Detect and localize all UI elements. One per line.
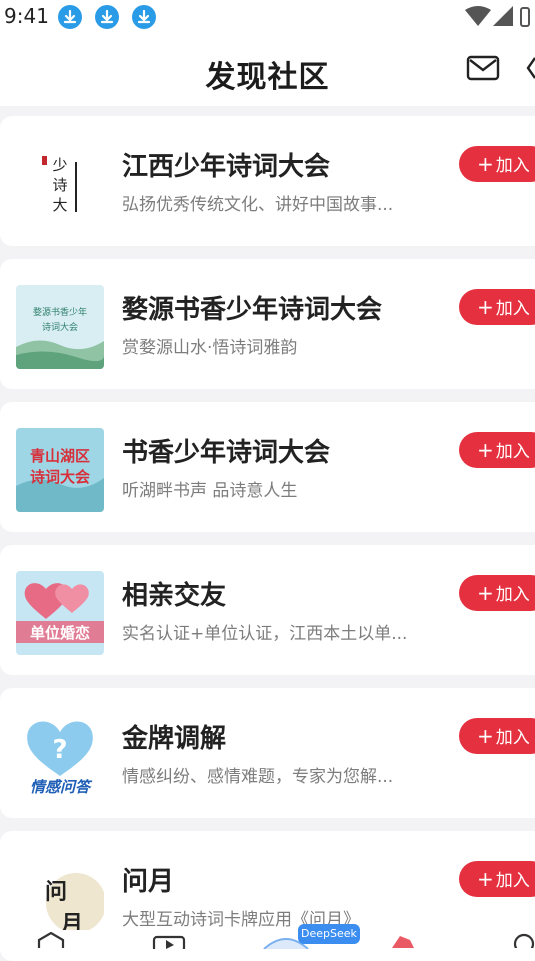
community-thumbnail: 少 诗 大	[16, 142, 104, 226]
join-button[interactable]: + 加入	[459, 575, 535, 611]
deepseek-badge[interactable]: DeepSeek	[298, 924, 360, 944]
wifi-icon	[465, 6, 491, 26]
community-card[interactable]: 婺源书香少年 诗词大会 婺源书香少年诗词大会 赏婺源山水·悟诗词雅韵 + 加入	[0, 259, 535, 389]
join-button[interactable]: + 加入	[459, 432, 535, 468]
join-button[interactable]: + 加入	[459, 146, 535, 182]
svg-text:单位婚恋: 单位婚恋	[30, 624, 90, 642]
community-card[interactable]: 少 诗 大 江西少年诗词大会 弘扬优秀传统文化、讲好中国故事... + 加入	[0, 116, 535, 246]
svg-text:诗: 诗	[52, 176, 67, 194]
signal-icon	[493, 6, 513, 26]
community-thumbnail: 婺源书香少年 诗词大会	[16, 285, 104, 369]
status-bar: 9:41	[0, 0, 535, 34]
svg-text:大: 大	[52, 196, 67, 214]
svg-text:诗词大会: 诗词大会	[42, 321, 78, 333]
status-time: 9:41	[4, 4, 49, 28]
community-card[interactable]: 青山湖区 诗词大会 书香少年诗词大会 听湖畔书声 品诗意人生 + 加入	[0, 402, 535, 532]
community-card[interactable]: 单位婚恋 相亲交友 实名认证+单位认证，江西本土以单... + 加入	[0, 545, 535, 675]
community-title: 江西少年诗词大会	[122, 152, 331, 182]
home-icon[interactable]	[36, 931, 66, 952]
community-thumbnail: 单位婚恋	[16, 571, 104, 655]
community-thumbnail: 问 月	[16, 857, 104, 941]
video-icon[interactable]	[152, 934, 186, 953]
discover-icon[interactable]	[388, 932, 418, 952]
community-title: 问月	[122, 867, 175, 897]
community-desc: 听湖畔书声 品诗意人生	[122, 481, 298, 501]
community-title: 婺源书香少年诗词大会	[122, 295, 383, 325]
community-title: 书香少年诗词大会	[122, 438, 331, 468]
svg-text:情感问答: 情感问答	[30, 778, 93, 796]
download-icon	[58, 5, 82, 29]
join-button[interactable]: + 加入	[459, 289, 535, 325]
download-icon	[132, 5, 156, 29]
community-card[interactable]: ? 情感问答 金牌调解 情感纠纷、感情难题，专家为您解... + 加入	[0, 688, 535, 818]
page-title: 发现社区	[205, 60, 330, 95]
community-desc: 情感纠纷、感情难题，专家为您解...	[122, 767, 394, 787]
page-header: 发现社区	[0, 34, 535, 106]
community-title: 相亲交友	[122, 581, 227, 611]
join-button[interactable]: + 加入	[459, 861, 535, 897]
menu-icon[interactable]	[524, 54, 535, 86]
signal-icons	[463, 4, 535, 34]
svg-text:诗词大会: 诗词大会	[30, 468, 90, 486]
community-title: 金牌调解	[122, 724, 227, 754]
download-icon	[95, 5, 119, 29]
mail-icon[interactable]	[466, 54, 500, 86]
join-button[interactable]: + 加入	[459, 718, 535, 754]
svg-text:青山湖区: 青山湖区	[30, 447, 90, 465]
svg-text:问: 问	[45, 879, 67, 905]
svg-text:?: ?	[52, 735, 67, 765]
community-thumbnail: ? 情感问答	[16, 714, 104, 798]
profile-icon[interactable]	[510, 932, 535, 955]
community-desc: 实名认证+单位认证，江西本土以单...	[122, 624, 408, 644]
community-thumbnail: 青山湖区 诗词大会	[16, 428, 104, 512]
bottom-nav	[0, 930, 535, 955]
community-desc: 赏婺源山水·悟诗词雅韵	[122, 338, 298, 358]
svg-text:婺源书香少年: 婺源书香少年	[33, 306, 87, 318]
community-desc: 弘扬优秀传统文化、讲好中国故事...	[122, 195, 394, 215]
svg-text:少: 少	[52, 156, 67, 174]
